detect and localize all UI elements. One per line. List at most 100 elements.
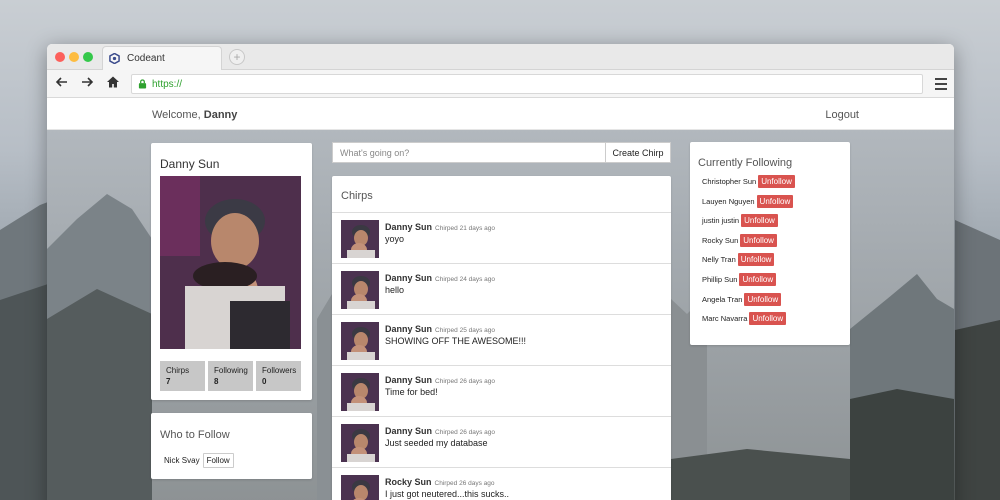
chirp-text: yoyo: [385, 234, 405, 244]
stat-label: Chirps: [166, 366, 190, 375]
chirp-item: Danny Sun Chirped 25 days ago SHOWING OFF …: [332, 315, 671, 366]
home-icon[interactable]: [104, 75, 122, 93]
following-item: Christopher Sun Unfollow: [702, 175, 795, 188]
url-text: https://: [152, 78, 183, 90]
chirp-author[interactable]: Danny Sun Chirped 26 days ago: [385, 375, 495, 385]
create-chirp-button[interactable]: Create Chirp: [605, 142, 671, 163]
following-name: Phillip Sun: [702, 275, 738, 284]
unfollow-button[interactable]: Unfollow: [741, 214, 778, 228]
minimize-window-button[interactable]: [69, 52, 79, 62]
chirp-text: SHOWING OFF THE AWESOME!!!: [385, 336, 527, 346]
tab-title: Codeant: [127, 53, 165, 64]
stat-label: Followers: [262, 366, 297, 375]
codeant-favicon-icon: [109, 53, 120, 64]
browser-tab[interactable]: Codeant: [102, 46, 222, 70]
who-to-follow-title: Who to Follow: [160, 429, 230, 441]
following-name: justin justin: [702, 216, 740, 226]
welcome-prefix: Welcome,: [152, 109, 204, 121]
app-header: Welcome, Danny Logout: [47, 99, 954, 130]
logout-link[interactable]: Logout: [825, 109, 859, 121]
chirp-author-name: Danny Sun: [385, 375, 433, 385]
chirp-author[interactable]: Danny Sun Chirped 21 days ago: [385, 222, 495, 232]
following-name: Christopher Sun: [702, 177, 757, 186]
chirp-author[interactable]: Danny Sun Chirped 25 days ago: [385, 324, 495, 334]
hamburger-menu-icon[interactable]: [935, 78, 947, 93]
chirp-author[interactable]: Danny Sun Chirped 26 days ago: [385, 426, 495, 436]
unfollow-button[interactable]: Unfollow: [737, 253, 775, 267]
following-name: Angela Tran: [702, 294, 743, 304]
unfollow-button[interactable]: Unfollow: [749, 312, 787, 326]
unfollow-button[interactable]: Unfollow: [758, 175, 795, 188]
chirp-item: Danny Sun Chirped 26 days ago Time for bed…: [332, 366, 671, 417]
chirp-timestamp: Chirped 26 days ago: [435, 378, 496, 385]
following-item: Nelly Tran Unfollow: [702, 253, 775, 267]
chirp-avatar: [341, 322, 379, 360]
suggestion-item: Nick Svay Follow: [164, 453, 234, 468]
navigation-bar: https://: [47, 70, 954, 98]
tab-bar: Codeant +: [47, 44, 954, 70]
new-tab-button[interactable]: +: [229, 49, 245, 65]
chirp-timestamp: Chirped 21 days ago: [435, 225, 496, 232]
chirp-avatar: [341, 373, 379, 411]
chirp-timestamp: Chirped 25 days ago: [435, 327, 496, 334]
following-item: justin justin Unfollow: [702, 214, 778, 228]
chirp-text: hello: [385, 285, 405, 295]
profile-card: Danny Sun Chirps 7 Following 8 Followers 0: [151, 143, 312, 400]
chirp-author-name: Danny Sun: [385, 273, 433, 283]
chirps-feed: Chirps Danny Sun Chirped 21 days ago yoyo D…: [332, 176, 671, 500]
chirp-author[interactable]: Rocky Sun Chirped 26 days ago: [385, 477, 495, 487]
welcome-message: Welcome, Danny: [152, 109, 237, 121]
profile-name: Danny Sun: [160, 157, 220, 171]
chirp-author-name: Rocky Sun: [385, 477, 432, 487]
chirp-text: Time for bed!: [385, 387, 438, 397]
suggestion-name: Nick Svay: [164, 456, 200, 465]
chirp-avatar: [341, 424, 379, 462]
stat-label: Following: [214, 366, 248, 375]
chirp-timestamp: Chirped 26 days ago: [434, 480, 495, 487]
follow-button[interactable]: Follow: [202, 453, 234, 468]
chirp-avatar: [341, 271, 379, 309]
stat-chirps[interactable]: Chirps 7: [160, 361, 205, 391]
arrow-left-icon[interactable]: [53, 75, 71, 93]
chirp-author-name: Danny Sun: [385, 324, 433, 334]
url-bar[interactable]: https://: [131, 74, 923, 94]
chirp-text: Just seeded my database: [385, 438, 488, 448]
stat-value: 7: [166, 377, 171, 386]
chirp-author[interactable]: Danny Sun Chirped 24 days ago: [385, 273, 495, 283]
following-name: Lauyen Nguyen: [702, 196, 755, 206]
following-name: Rocky Sun: [702, 235, 739, 245]
unfollow-button[interactable]: Unfollow: [740, 233, 777, 247]
arrow-right-icon[interactable]: [78, 75, 96, 93]
unfollow-button[interactable]: Unfollow: [739, 273, 777, 286]
unfollow-button[interactable]: Unfollow: [744, 292, 782, 306]
chirp-avatar: [341, 220, 379, 258]
chirp-text: I just got neutered...this sucks..: [385, 489, 510, 499]
chirp-timestamp: Chirped 26 days ago: [435, 429, 496, 436]
stat-value: 0: [262, 377, 267, 386]
browser-window: Codeant + https:// Welcome, Danny Logout…: [47, 44, 954, 500]
chirp-input[interactable]: [332, 142, 605, 163]
following-item: Rocky Sun Unfollow: [702, 233, 777, 247]
following-title: Currently Following: [698, 157, 793, 169]
chirp-timestamp: Chirped 24 days ago: [435, 276, 496, 283]
stat-following[interactable]: Following 8: [208, 361, 253, 391]
profile-stats: Chirps 7 Following 8 Followers 0: [160, 361, 301, 391]
chirp-list: Danny Sun Chirped 21 days ago yoyo Danny Su…: [332, 213, 671, 500]
lock-icon: [138, 79, 147, 89]
following-item: Angela Tran Unfollow: [702, 292, 782, 306]
profile-photo: [160, 176, 301, 349]
maximize-window-button[interactable]: [83, 52, 93, 62]
following-name: Nelly Tran: [702, 255, 736, 265]
following-item: Phillip Sun Unfollow: [702, 273, 777, 286]
chirp-avatar: [341, 475, 379, 500]
stat-followers[interactable]: Followers 0: [256, 361, 301, 391]
close-window-button[interactable]: [55, 52, 65, 62]
following-item: Lauyen Nguyen Unfollow: [702, 194, 794, 208]
following-name: Marc Navarra: [702, 314, 748, 324]
chirp-item: Danny Sun Chirped 24 days ago hello: [332, 264, 671, 315]
unfollow-button[interactable]: Unfollow: [756, 194, 794, 208]
chirp-author-name: Danny Sun: [385, 222, 433, 232]
chirp-item: Rocky Sun Chirped 26 days ago I just got n…: [332, 468, 671, 500]
chirp-composer: Create Chirp: [332, 142, 671, 163]
who-to-follow-card: Who to Follow Nick Svay Follow: [151, 413, 312, 479]
